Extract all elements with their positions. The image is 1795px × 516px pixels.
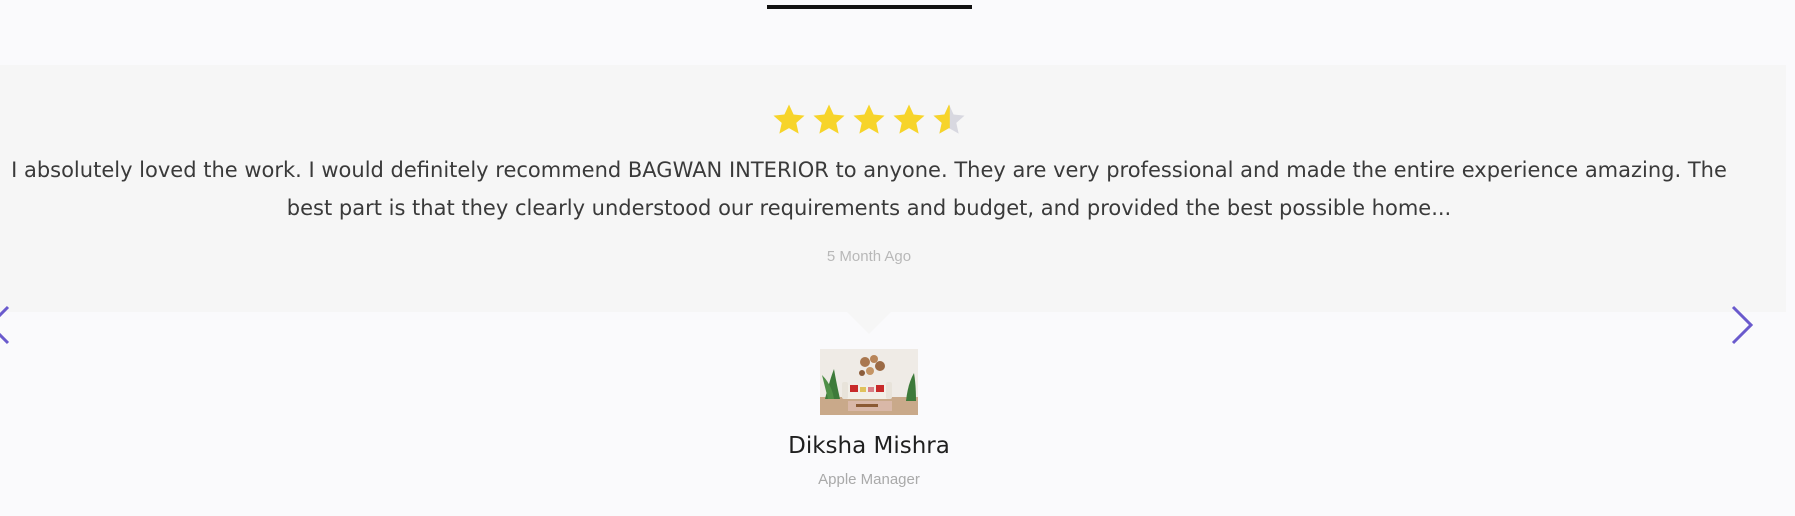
testimonial-card-pointer xyxy=(847,312,891,334)
testimonial-text: I absolutely loved the work. I would def… xyxy=(11,158,1727,220)
review-timestamp: 5 Month Ago xyxy=(826,248,912,265)
chevron-right-icon xyxy=(1727,304,1757,346)
star-icon-1 xyxy=(770,101,808,139)
star-half-icon xyxy=(930,101,968,139)
star-rating xyxy=(770,101,968,139)
next-slide-button[interactable] xyxy=(1727,304,1757,346)
chevron-left-icon xyxy=(0,304,14,346)
section-title-underline xyxy=(767,5,972,9)
previous-slide-button[interactable] xyxy=(0,304,14,346)
reviewer-role: Apple Manager xyxy=(818,471,920,488)
star-icon-4 xyxy=(890,101,928,139)
reviewer-avatar xyxy=(820,349,918,415)
star-icon-2 xyxy=(810,101,848,139)
reviewer-name: Diksha Mishra xyxy=(788,433,950,459)
star-icon-3 xyxy=(850,101,888,139)
